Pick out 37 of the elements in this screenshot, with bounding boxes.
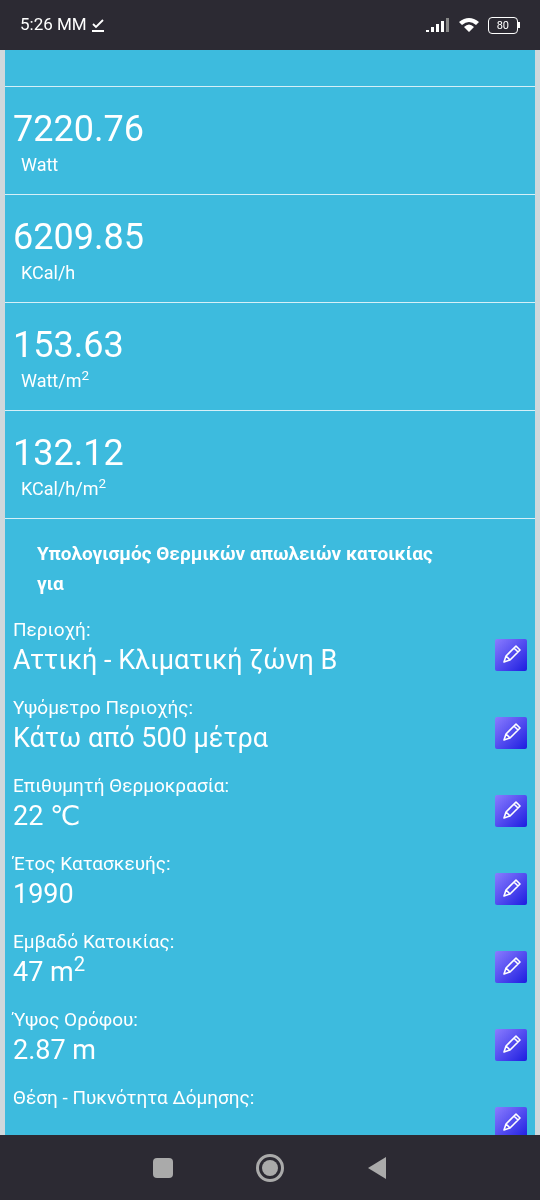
wifi-icon [457,17,480,33]
section-heading: Υπολογισμός Θερμικών απωλειών κατοικίας για [36,541,434,597]
field-value: Αττική - Κλιματική ζώνη Β [13,643,338,677]
result-value: 6209.85 [13,217,144,257]
field-value: Κάτω από 500 μέτρα [13,721,269,755]
field-label: Ύψος Ορόφου: [13,1007,138,1033]
result-unit: KCal/h [21,261,76,285]
pencil-icon[interactable] [495,795,527,827]
result-value: 153.63 [13,325,124,365]
pencil-icon[interactable] [495,1107,527,1135]
pencil-icon[interactable] [495,1029,527,1061]
field-label: Επιθυμητή Θερμοκρασία: [13,773,230,799]
home-button[interactable] [256,1153,284,1182]
field-label: Έτος Κατασκευής: [13,851,171,877]
result-value: 132.12 [13,433,124,473]
recents-button[interactable] [153,1157,174,1178]
field-value: 1990 [13,877,75,911]
back-button[interactable] [366,1155,387,1180]
result-unit: KCal/h/m$^{2}$ [21,475,107,501]
field-label: Υψόμετρο Περιοχής: [13,695,195,721]
field-value: 22 ℃ [13,799,82,833]
result-unit: Watt/m$^{2}$ [21,367,90,393]
result-value: 7220.76 [13,109,144,149]
status-time: 5:26 MM [20,13,87,37]
field-value: 47 m$^{2}$ [13,955,87,989]
field-value: 2.87 m [13,1033,98,1067]
battery-icon: 80 [487,16,520,34]
pencil-icon[interactable] [495,717,527,749]
pencil-icon[interactable] [495,639,527,671]
pencil-icon[interactable] [495,873,527,905]
field-label: Περιοχή: [13,617,92,643]
download-done-icon [90,18,105,32]
result-unit: Watt [21,153,59,177]
field-label: Εμβαδό Κατοικίας: [13,929,175,955]
signal-icon [425,18,450,32]
field-label: Θέση - Πυκνότητα Δόμησης: [13,1085,255,1111]
pencil-icon[interactable] [495,951,527,983]
